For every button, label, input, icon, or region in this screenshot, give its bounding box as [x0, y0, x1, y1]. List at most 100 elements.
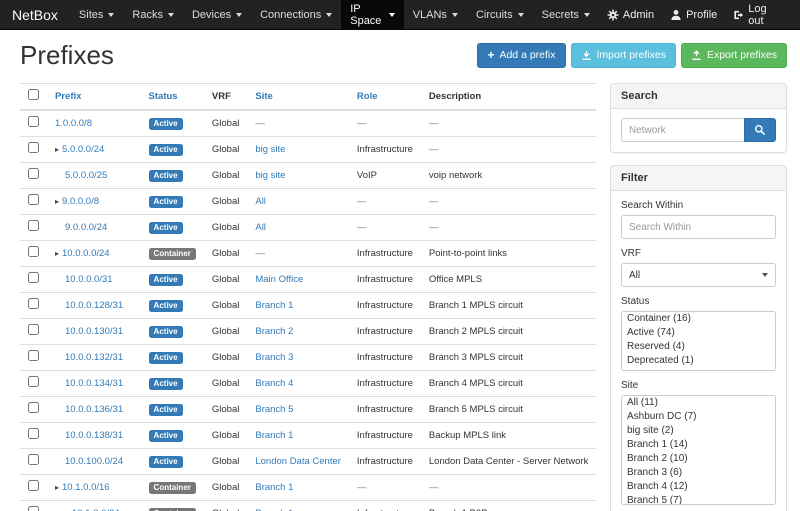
listbox-option[interactable]: Reserved (4) [622, 340, 775, 354]
listbox-option[interactable]: Branch 5 (7) [622, 494, 775, 505]
listbox-option[interactable]: Branch 4 (12) [622, 480, 775, 494]
prefix-link[interactable]: 1.0.0.0/8 [55, 118, 92, 129]
listbox-option[interactable]: Ashburn DC (7) [622, 410, 775, 424]
import-prefixes-label: Import prefixes [597, 48, 666, 63]
prefix-link[interactable]: 5.0.0.0/24 [62, 144, 104, 155]
column-header-site[interactable]: Site [247, 84, 349, 111]
column-header-prefix[interactable]: Prefix [47, 84, 141, 111]
vrf-cell: Global [204, 189, 247, 215]
listbox-option[interactable]: Container (16) [622, 312, 775, 326]
column-header-status[interactable]: Status [141, 84, 204, 111]
row-checkbox[interactable] [28, 246, 39, 257]
logout-icon [733, 9, 744, 21]
row-checkbox[interactable] [28, 376, 39, 387]
status-cell: Active [141, 397, 204, 423]
row-checkbox[interactable] [28, 220, 39, 231]
nav-item-admin[interactable]: Admin [599, 0, 662, 29]
row-checkbox[interactable] [28, 298, 39, 309]
role-cell: Infrastructure [349, 449, 421, 475]
row-checkbox[interactable] [28, 480, 39, 491]
navbar-brand[interactable]: NetBox [10, 0, 70, 29]
search-within-input[interactable] [621, 215, 776, 239]
vrf-cell: Global [204, 110, 247, 137]
status-badge: Active [149, 118, 183, 130]
prefix-link[interactable]: 5.0.0.0/25 [65, 170, 107, 181]
site-link[interactable]: big site [255, 144, 285, 155]
search-input[interactable] [621, 118, 744, 142]
vrf-cell: Global [204, 423, 247, 449]
nav-item-vlans[interactable]: VLANs [404, 0, 467, 29]
row-checkbox[interactable] [28, 402, 39, 413]
site-link[interactable]: Branch 1 [255, 300, 293, 311]
site-link[interactable]: London Data Center [255, 456, 341, 467]
vrf-select[interactable]: All [621, 263, 776, 287]
nav-item-racks[interactable]: Racks [123, 0, 183, 29]
prefix-link[interactable]: 10.0.0.138/31 [65, 430, 123, 441]
prefix-link[interactable]: 10.0.0.128/31 [65, 300, 123, 311]
status-filter-listbox[interactable]: Container (16)Active (74)Reserved (4)Dep… [621, 311, 776, 371]
nav-item-profile[interactable]: Profile [662, 0, 725, 29]
nav-item-sites[interactable]: Sites [70, 0, 123, 29]
column-header-role[interactable]: Role [349, 84, 421, 111]
row-checkbox[interactable] [28, 272, 39, 283]
column-header-description: Description [421, 84, 596, 111]
prefix-link[interactable]: 10.0.0.136/31 [65, 404, 123, 415]
nav-item-ip-space[interactable]: IP Space [341, 0, 403, 29]
search-button[interactable] [744, 118, 776, 142]
plus-icon: + [487, 49, 494, 61]
site-link[interactable]: Branch 2 [255, 326, 293, 337]
row-checkbox[interactable] [28, 428, 39, 439]
nav-item-log-out[interactable]: Log out [725, 0, 790, 29]
prefix-link[interactable]: 10.0.0.0/24 [62, 248, 110, 259]
prefix-link[interactable]: 9.0.0.0/24 [65, 222, 107, 233]
site-link[interactable]: Branch 1 [255, 482, 293, 493]
prefix-link[interactable]: 10.0.0.130/31 [65, 326, 123, 337]
site-link[interactable]: big site [255, 170, 285, 181]
nav-item-secrets[interactable]: Secrets [533, 0, 599, 29]
caret-down-icon [168, 13, 174, 17]
site-filter-listbox[interactable]: All (11)Ashburn DC (7)big site (2)Branch… [621, 395, 776, 505]
prefix-link[interactable]: 10.0.100.0/24 [65, 456, 123, 467]
filter-panel-heading: Filter [611, 166, 786, 191]
row-checkbox[interactable] [28, 194, 39, 205]
prefix-link[interactable]: 10.0.0.134/31 [65, 378, 123, 389]
row-checkbox[interactable] [28, 116, 39, 127]
site-link[interactable]: All [255, 196, 266, 207]
nav-item-devices[interactable]: Devices [183, 0, 251, 29]
listbox-option[interactable]: Branch 2 (10) [622, 452, 775, 466]
add-prefix-label: Add a prefix [499, 48, 555, 63]
listbox-option[interactable]: Active (74) [622, 326, 775, 340]
listbox-option[interactable]: All (11) [622, 396, 775, 410]
prefix-link[interactable]: 10.1.0.0/16 [62, 482, 110, 493]
table-row: 10.0.0.130/31ActiveGlobalBranch 2Infrast… [20, 319, 596, 345]
prefix-link[interactable]: 9.0.0.0/8 [62, 196, 99, 207]
description-cell: Branch 3 MPLS circuit [421, 345, 596, 371]
prefix-link[interactable]: 10.0.0.0/31 [65, 274, 113, 285]
row-checkbox[interactable] [28, 168, 39, 179]
listbox-option[interactable]: Deprecated (1) [622, 354, 775, 368]
site-link[interactable]: Main Office [255, 274, 303, 285]
nav-item-connections[interactable]: Connections [251, 0, 341, 29]
site-link[interactable]: Branch 1 [255, 430, 293, 441]
status-badge: Active [149, 326, 183, 338]
row-checkbox[interactable] [28, 350, 39, 361]
prefix-link[interactable]: 10.0.0.132/31 [65, 352, 123, 363]
import-prefixes-button[interactable]: Import prefixes [571, 43, 676, 68]
select-all-checkbox[interactable] [28, 89, 39, 100]
row-checkbox[interactable] [28, 324, 39, 335]
site-link[interactable]: All [255, 222, 266, 233]
listbox-option[interactable]: big site (2) [622, 424, 775, 438]
site-link[interactable]: Branch 3 [255, 352, 293, 363]
add-prefix-button[interactable]: + Add a prefix [477, 43, 565, 68]
site-link[interactable]: Branch 5 [255, 404, 293, 415]
caret-down-icon [762, 273, 768, 277]
row-checkbox[interactable] [28, 506, 39, 511]
listbox-option[interactable]: Branch 3 (6) [622, 466, 775, 480]
site-link[interactable]: Branch 4 [255, 378, 293, 389]
row-checkbox[interactable] [28, 142, 39, 153]
export-prefixes-button[interactable]: Export prefixes [681, 43, 787, 68]
nav-item-circuits[interactable]: Circuits [467, 0, 533, 29]
listbox-option[interactable]: Branch 1 (14) [622, 438, 775, 452]
nav-item-label: VLANs [413, 9, 447, 21]
row-checkbox[interactable] [28, 454, 39, 465]
